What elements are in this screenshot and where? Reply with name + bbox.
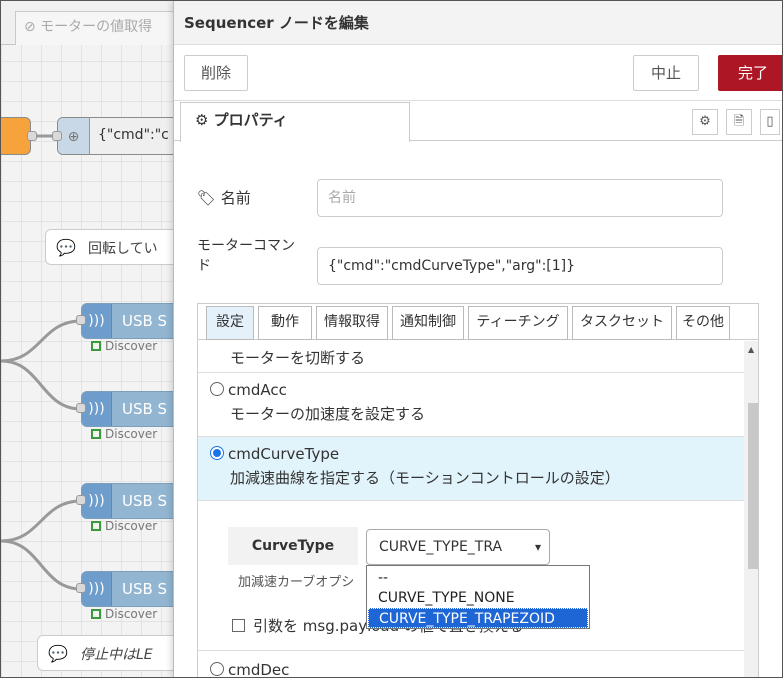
inject-icon: ⊕ [58,118,90,154]
dropdown-option[interactable]: CURVE_TYPE_NONE [368,588,588,608]
command-name: cmdDec [210,661,289,677]
radio-button-selected[interactable] [210,446,224,460]
tab-motion[interactable]: 動作 [258,306,312,340]
motor-command-input[interactable]: {"cmd":"cmdCurveType","arg":[1]} [317,247,723,285]
workspace-tabbar: ⊘ モーターの値取得 [1,1,173,45]
radio-button[interactable] [210,662,224,676]
done-button[interactable]: 完了 [718,55,782,91]
status-dot-icon [91,429,101,439]
status-dot-icon [91,609,101,619]
node-port[interactable] [76,583,86,593]
node-status-text: Discover [105,607,158,621]
tray-title: Sequencer ノードを編集 [174,1,782,45]
node-port[interactable] [27,131,37,141]
comment-icon: 💬 [48,644,68,663]
name-label: 🏷 名前 [197,189,251,207]
scroll-thumb[interactable] [748,403,758,569]
curve-hint: 加減速カーブオプシ [238,575,355,590]
command-desc: モーターを切断する [230,349,366,367]
serial-icon: ))) [82,572,112,606]
usb-node-label: USB S [122,312,168,330]
inject-node[interactable]: ⊕ {"cmd":"c [57,117,173,155]
usb-node[interactable]: ))) USB S [81,303,173,339]
tab-other[interactable]: その他 [676,306,730,340]
comment-node[interactable]: 💬 停止中はLE [37,635,173,671]
tab-taskset[interactable]: タスクセット [572,306,672,340]
motor-command-label: モーターコマン [197,238,295,254]
usb-node-label: USB S [122,400,168,418]
node-status-text: Discover [105,427,158,441]
delete-button[interactable]: 削除 [184,55,248,91]
node-status-text: Discover [105,519,158,533]
tab-properties[interactable]: ⚙ プロパティ [180,102,410,142]
node-status-text: Discover [105,339,158,353]
checkbox[interactable] [232,619,245,632]
usb-node-label: USB S [122,492,168,510]
motor-command-label-cont: ド [197,258,211,274]
status-dot-icon [91,341,101,351]
tab-settings[interactable]: 設定 [206,306,254,340]
node-status: Discover [91,607,157,621]
serial-icon: ))) [82,392,112,426]
comment-label: 停止中はLE [80,647,153,663]
node-port[interactable] [76,315,86,325]
scroll-up-icon[interactable]: ▲ [748,345,754,354]
appearance-icon[interactable]: ▯ [760,109,780,135]
radio-button[interactable] [210,382,224,396]
dropdown-option-selected[interactable]: CURVE_TYPE_TRAPEZOID [368,608,588,628]
chevron-down-icon: ▾ [534,540,541,554]
tray-toolbar: 削除 中止 完了 [174,45,782,101]
tab-motor-values[interactable]: ⊘ モーターの値取得 [15,11,173,45]
node-status: Discover [91,339,157,353]
comment-label: 回転してい [88,241,158,257]
serial-icon: ))) [82,484,112,518]
list-item[interactable]: cmdDec [198,651,744,677]
usb-node[interactable]: ))) USB S [81,571,173,607]
command-name: cmdAcc [210,381,287,399]
curvetype-dropdown: -- CURVE_TYPE_NONE CURVE_TYPE_TRAPEZOID [366,565,590,629]
command-desc: 加減速曲線を指定する（モーションコントロールの設定） [230,469,620,487]
list-item-selected[interactable]: cmdCurveType 加減速曲線を指定する（モーションコントロールの設定） [198,437,744,501]
list-item[interactable]: モーターを切断する [198,341,744,373]
node-port[interactable] [76,403,86,413]
name-input[interactable]: 名前 [317,179,723,217]
curvetype-label: CurveType [228,527,358,565]
usb-node[interactable]: ))) USB S [81,483,173,519]
list-scrollbar[interactable]: ▲ [744,341,758,677]
flow-canvas[interactable]: ⊘ モーターの値取得 ⊕ {"cmd":"c 💬 回転してい ))) USB S… [1,1,173,677]
status-dot-icon [91,521,101,531]
cancel-button[interactable]: 中止 [633,55,699,91]
command-desc: モーターの加速度を設定する [230,405,426,423]
property-tabs: ⚙ プロパティ ⚙ 🗎 ▯ [174,101,782,142]
gear-icon[interactable]: ⚙ [692,109,718,135]
comment-icon: 💬 [56,238,76,257]
node-port[interactable] [76,495,86,505]
screen: ⊘ モーターの値取得 ⊕ {"cmd":"c 💬 回転してい ))) USB S… [0,0,783,678]
dropdown-option[interactable]: -- [368,568,588,588]
curvetype-select[interactable]: CURVE_TYPE_TRA ▾ [366,529,550,565]
select-value: CURVE_TYPE_TRA [379,539,503,555]
tab-info[interactable]: 情報取得 [316,306,388,340]
command-name: cmdCurveType [210,445,339,463]
comment-node[interactable]: 💬 回転してい [45,229,173,265]
document-icon[interactable]: 🗎 [726,109,752,135]
serial-icon: ))) [82,304,112,338]
usb-node-label: USB S [122,580,168,598]
node-status: Discover [91,427,157,441]
tab-notify[interactable]: 通知制御 [392,306,464,340]
inject-label: {"cmd":"c [98,127,169,143]
usb-node[interactable]: ))) USB S [81,391,173,427]
node-status: Discover [91,519,157,533]
list-item[interactable]: cmdAcc モーターの加速度を設定する [198,373,744,437]
command-tabs: 設定 動作 情報取得 通知制御 ティーチング タスクセット その他 [198,304,758,340]
tab-teaching[interactable]: ティーチング [468,306,568,340]
node-port[interactable] [52,131,62,141]
